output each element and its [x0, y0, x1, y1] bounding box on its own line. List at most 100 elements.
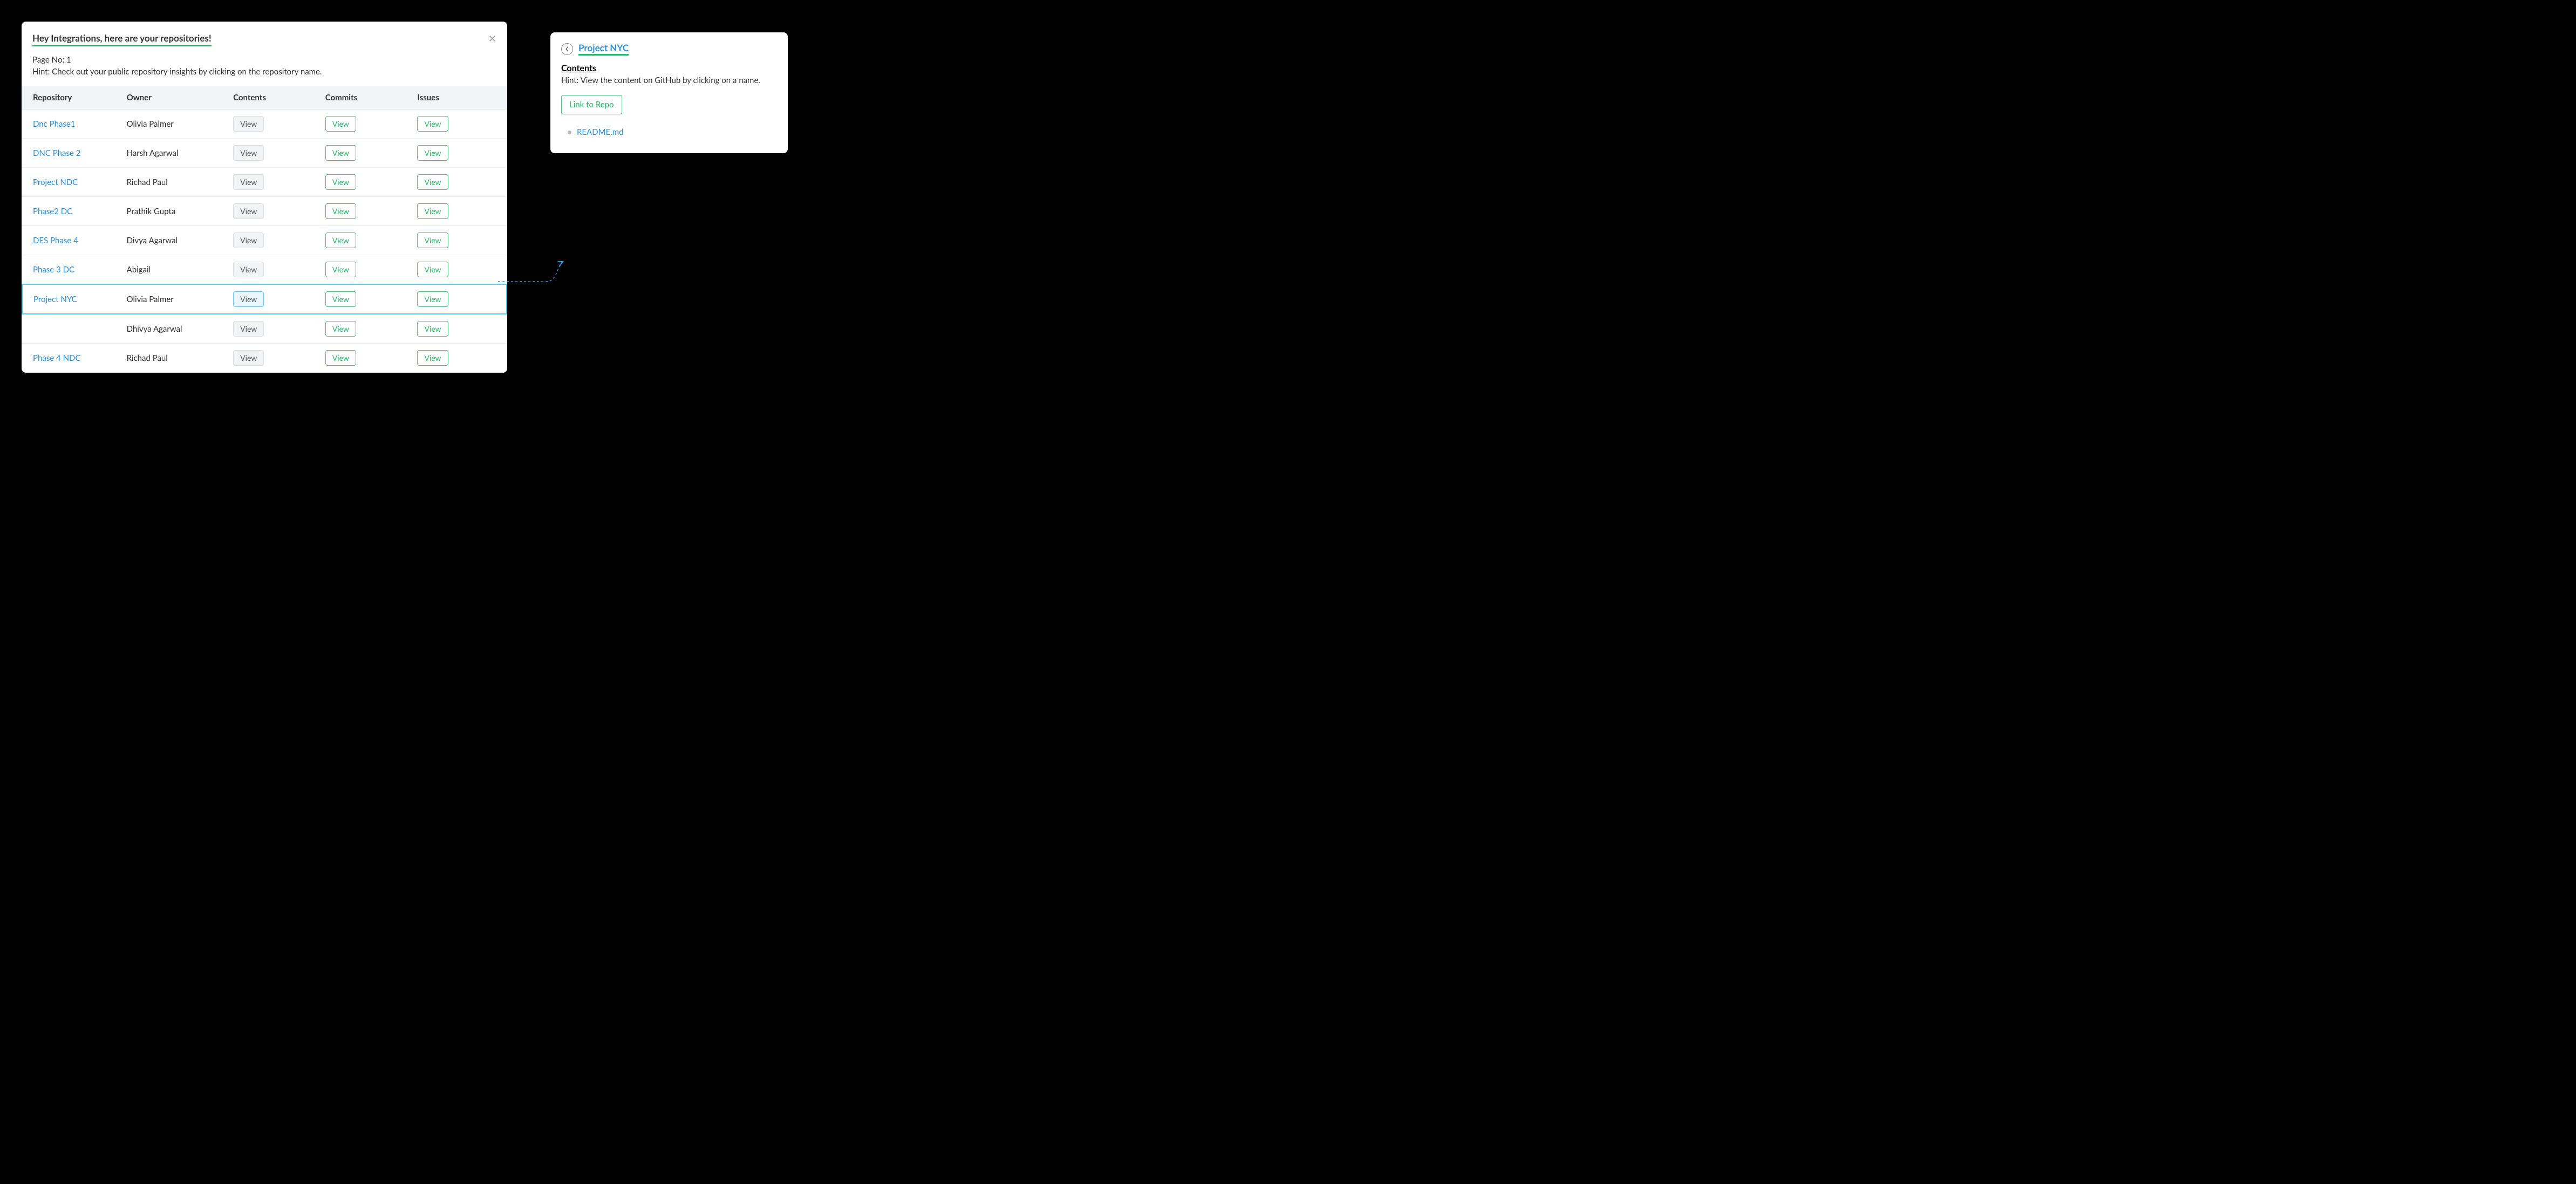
repositories-panel: Hey Integrations, here are your reposito…	[22, 22, 507, 373]
cell-issues: View	[410, 314, 507, 344]
repo-link[interactable]: Dnc Phase1	[33, 119, 76, 129]
cell-owner: Olivia Palmer	[119, 284, 226, 314]
table-row: Phase 4 NDCRichad PaulViewViewView	[22, 344, 507, 373]
view-issues-button[interactable]: View	[417, 232, 448, 248]
cell-issues: View	[410, 139, 507, 168]
view-issues-button[interactable]: View	[417, 262, 448, 277]
repositories-table: Repository Owner Contents Commits Issues…	[22, 86, 507, 373]
col-issues: Issues	[410, 86, 507, 109]
table-row: Project NYC Olivia Palmer View View View	[22, 284, 507, 314]
cell-repository: DNC Phase 2	[22, 139, 119, 168]
view-contents-button[interactable]: View	[233, 174, 264, 190]
view-contents-button[interactable]: View	[233, 116, 264, 132]
cell-contents: View	[226, 197, 318, 226]
cell-repository: Phase2 DC	[22, 197, 119, 226]
repo-detail-panel: Project NYC Contents Hint: View the cont…	[550, 32, 788, 153]
cell-contents: View	[226, 255, 318, 285]
table-row: Dhivya Agarwal View View View	[22, 314, 507, 344]
repo-link[interactable]: DNC Phase 2	[33, 148, 80, 158]
cell-owner: Richad Paul	[119, 168, 226, 197]
cell-owner: Abigail	[119, 255, 226, 285]
view-issues-button[interactable]: View	[417, 145, 448, 161]
cell-repository: Dnc Phase1	[22, 109, 119, 139]
view-contents-button[interactable]: View	[233, 232, 264, 248]
repo-link[interactable]: Phase 4 NDC	[33, 353, 80, 363]
list-item: README.md	[568, 127, 777, 137]
view-commits-button[interactable]: View	[325, 262, 356, 277]
col-owner: Owner	[119, 86, 226, 109]
file-list: README.md	[561, 127, 777, 137]
cell-owner: Olivia Palmer	[119, 109, 226, 139]
cell-contents: View	[226, 314, 318, 344]
cell-commits: View	[318, 197, 410, 226]
cell-commits: View	[318, 226, 410, 255]
cell-contents: View	[226, 344, 318, 373]
cell-repository: Project NYC	[22, 284, 119, 314]
cell-issues: View	[410, 168, 507, 197]
cell-contents: View	[226, 109, 318, 139]
view-commits-button[interactable]: View	[325, 321, 356, 337]
view-contents-button[interactable]: View	[233, 291, 264, 307]
cell-commits: View	[318, 255, 410, 285]
table-row: DNC Phase 2 Harsh Agarwal View View View	[22, 139, 507, 168]
hint-text: Hint: Check out your public repository i…	[32, 67, 496, 77]
detail-hint: Hint: View the content on GitHub by clic…	[561, 76, 777, 85]
close-icon[interactable]: ✕	[488, 33, 496, 43]
view-contents-button[interactable]: View	[233, 350, 264, 366]
cell-issues: View	[410, 197, 507, 226]
repo-link[interactable]: Phase2 DC	[33, 207, 72, 216]
cell-commits: View	[318, 344, 410, 373]
page-title: Hey Integrations, here are your reposito…	[32, 32, 212, 46]
cell-repository: DES Phase 4	[22, 226, 119, 255]
cell-commits: View	[318, 139, 410, 168]
col-repository: Repository	[22, 86, 119, 109]
table-row: Dnc Phase1 Olivia Palmer View View View	[22, 109, 507, 139]
bullet-icon	[568, 131, 571, 134]
col-commits: Commits	[318, 86, 410, 109]
view-commits-button[interactable]: View	[325, 145, 356, 161]
view-issues-button[interactable]: View	[417, 321, 448, 337]
view-commits-button[interactable]: View	[325, 232, 356, 248]
contents-heading: Contents	[561, 63, 777, 73]
cell-repository: Phase 3 DC	[22, 255, 119, 285]
cell-owner: Dhivya Agarwal	[119, 314, 226, 344]
view-commits-button[interactable]: View	[325, 203, 356, 219]
cell-contents: View	[226, 139, 318, 168]
table-row: Phase2 DCPrathik GuptaViewViewView	[22, 197, 507, 226]
view-issues-button[interactable]: View	[417, 203, 448, 219]
cell-contents: View	[226, 226, 318, 255]
link-to-repo-button[interactable]: Link to Repo	[561, 95, 622, 114]
view-commits-button[interactable]: View	[325, 291, 356, 307]
view-contents-button[interactable]: View	[233, 145, 264, 161]
view-issues-button[interactable]: View	[417, 350, 448, 366]
view-contents-button[interactable]: View	[233, 321, 264, 337]
table-row: Phase 3 DC Abigail View View View	[22, 255, 507, 285]
cell-commits: View	[318, 284, 410, 314]
table-row: Project NDC Richad Paul View View View	[22, 168, 507, 197]
page-number: Page No: 1	[32, 55, 496, 65]
view-commits-button[interactable]: View	[325, 116, 356, 132]
view-issues-button[interactable]: View	[417, 116, 448, 132]
detail-title: Project NYC	[578, 42, 629, 56]
cell-commits: View	[318, 109, 410, 139]
cell-owner: Harsh Agarwal	[119, 139, 226, 168]
view-commits-button[interactable]: View	[325, 350, 356, 366]
repo-link[interactable]: Phase 3 DC	[33, 265, 74, 275]
view-contents-button[interactable]: View	[233, 203, 264, 219]
view-commits-button[interactable]: View	[325, 174, 356, 190]
cell-repository: Project NDC	[22, 168, 119, 197]
col-contents: Contents	[226, 86, 318, 109]
repo-link[interactable]: DES Phase 4	[33, 236, 78, 245]
view-contents-button[interactable]: View	[233, 262, 264, 277]
cell-contents: View	[226, 284, 318, 314]
repo-link[interactable]: Project NYC	[33, 295, 77, 304]
repo-link[interactable]: Project NDC	[33, 177, 78, 187]
cell-repository	[22, 314, 119, 344]
table-row: DES Phase 4Divya AgarwalViewViewView	[22, 226, 507, 255]
view-issues-button[interactable]: View	[417, 291, 448, 307]
back-icon[interactable]	[561, 43, 573, 55]
file-link[interactable]: README.md	[577, 127, 624, 137]
cell-issues: View	[410, 344, 507, 373]
view-issues-button[interactable]: View	[417, 174, 448, 190]
main-header: Hey Integrations, here are your reposito…	[22, 32, 507, 77]
